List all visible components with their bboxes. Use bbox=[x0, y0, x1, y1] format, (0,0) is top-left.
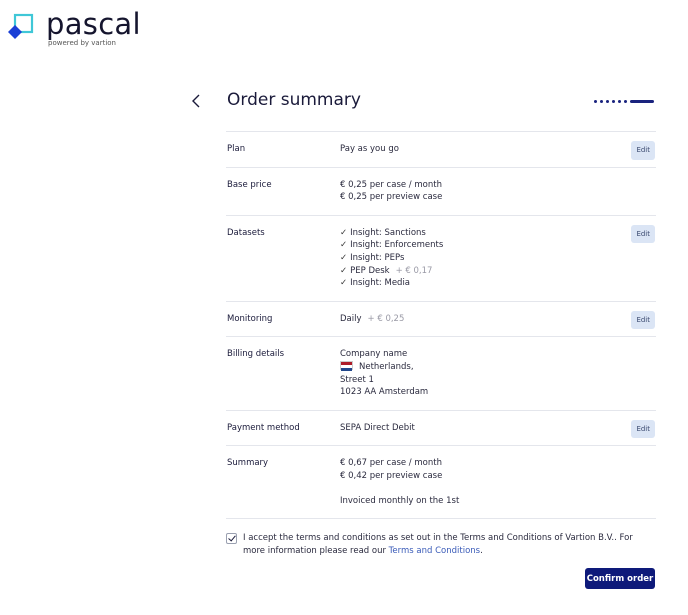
check-icon: ✓ bbox=[340, 278, 348, 289]
terms-link[interactable]: Terms and Conditions bbox=[389, 546, 480, 556]
payment-method-value: SEPA Direct Debit bbox=[340, 422, 415, 433]
monitoring-extra-price: + € 0,25 bbox=[367, 313, 405, 324]
progress-step bbox=[624, 99, 627, 103]
dataset-extra-price: + € 0,17 bbox=[395, 265, 433, 276]
progress-step bbox=[618, 99, 621, 103]
row-label: Billing details bbox=[227, 349, 285, 360]
progress-step-current bbox=[630, 99, 654, 103]
netherlands-flag-icon bbox=[340, 360, 353, 371]
chevron-left-icon[interactable] bbox=[190, 93, 202, 109]
plan-value: Pay as you go bbox=[340, 144, 399, 154]
row-value: ✓ Insight: Sanctions ✓ Insight: Enforcemen… bbox=[340, 227, 656, 290]
progress-step bbox=[606, 99, 609, 103]
progress-step bbox=[600, 99, 603, 103]
edit-monitoring-button[interactable]: Edit bbox=[631, 310, 655, 330]
order-header: Order summary bbox=[190, 88, 656, 114]
page-title: Order summary bbox=[227, 90, 361, 110]
dataset-item: ✓ Insight: Media bbox=[340, 278, 411, 289]
base-price-preview: € 0,25 per preview case bbox=[340, 192, 443, 203]
billing-company: Company name bbox=[340, 349, 408, 360]
billing-country: Netherlands, bbox=[359, 361, 414, 372]
progress-step bbox=[594, 99, 597, 103]
row-base-price: Base price € 0,25 per case / month € 0,2… bbox=[226, 168, 656, 216]
brand-tagline: powered by vartion bbox=[48, 39, 116, 47]
billing-city: 1023 AA Amsterdam bbox=[340, 387, 429, 398]
row-value: Company name Netherlands, Street 1 1023 … bbox=[340, 348, 656, 398]
invoice-note: Invoiced monthly on the 1st bbox=[340, 495, 460, 506]
row-label: Summary bbox=[227, 458, 269, 469]
brand-name: pascal bbox=[46, 7, 141, 41]
dataset-item: ✓ Insight: Enforcements bbox=[340, 240, 444, 251]
summary-case-price: € 0,67 per case / month bbox=[340, 458, 442, 469]
row-value: € 0,25 per case / month € 0,25 per previ… bbox=[340, 179, 656, 204]
row-summary: Summary € 0,67 per case / month € 0,42 p… bbox=[226, 446, 656, 520]
row-monitoring: Monitoring Daily + € 0,25 Edit bbox=[226, 302, 656, 338]
step-progress-indicator bbox=[594, 98, 654, 104]
pascal-logo-icon bbox=[8, 13, 34, 39]
base-price-case: € 0,25 per case / month bbox=[340, 179, 442, 190]
row-label: Base price bbox=[227, 179, 272, 190]
row-billing-details: Billing details Company name Netherlands… bbox=[226, 337, 656, 411]
terms-acceptance: I accept the terms and conditions as set… bbox=[226, 532, 656, 557]
row-plan: Plan Pay as you go Edit bbox=[226, 132, 656, 168]
row-label: Monitoring bbox=[227, 313, 273, 324]
row-payment-method: Payment method SEPA Direct Debit Edit bbox=[226, 411, 656, 447]
row-value: € 0,67 per case / month € 0,42 per previ… bbox=[340, 457, 656, 507]
row-label: Payment method bbox=[227, 422, 300, 433]
row-value: Pay as you go bbox=[340, 143, 656, 156]
brand-logo[interactable]: pascal powered by vartion bbox=[6, 7, 146, 49]
dataset-item: ✓ Insight: Sanctions bbox=[340, 227, 426, 238]
check-icon: ✓ bbox=[340, 227, 348, 238]
edit-datasets-button[interactable]: Edit bbox=[631, 224, 655, 244]
check-icon: ✓ bbox=[340, 240, 348, 251]
terms-text: I accept the terms and conditions as set… bbox=[243, 533, 633, 556]
dataset-item: ✓ Insight: PEPs bbox=[340, 252, 405, 263]
billing-street: Street 1 bbox=[340, 374, 374, 385]
order-summary-table: Plan Pay as you go Edit Base price € 0,2… bbox=[226, 131, 656, 520]
check-icon: ✓ bbox=[340, 265, 348, 276]
row-label: Datasets bbox=[227, 227, 265, 238]
row-label: Plan bbox=[227, 144, 246, 154]
check-icon: ✓ bbox=[340, 252, 348, 263]
row-value: SEPA Direct Debit bbox=[340, 422, 656, 435]
summary-preview-price: € 0,42 per preview case bbox=[340, 470, 443, 481]
edit-payment-button[interactable]: Edit bbox=[631, 419, 655, 439]
row-value: Daily + € 0,25 bbox=[340, 313, 656, 326]
progress-step bbox=[612, 99, 615, 103]
confirm-order-button[interactable]: Confirm order bbox=[585, 568, 655, 589]
terms-checkbox[interactable] bbox=[226, 533, 237, 544]
monitoring-value: Daily bbox=[340, 313, 362, 324]
row-datasets: Datasets ✓ Insight: Sanctions ✓ Insight: E… bbox=[226, 216, 656, 302]
dataset-item: ✓ PEP Desk + € 0,17 bbox=[340, 265, 433, 276]
edit-plan-button[interactable]: Edit bbox=[631, 141, 655, 160]
